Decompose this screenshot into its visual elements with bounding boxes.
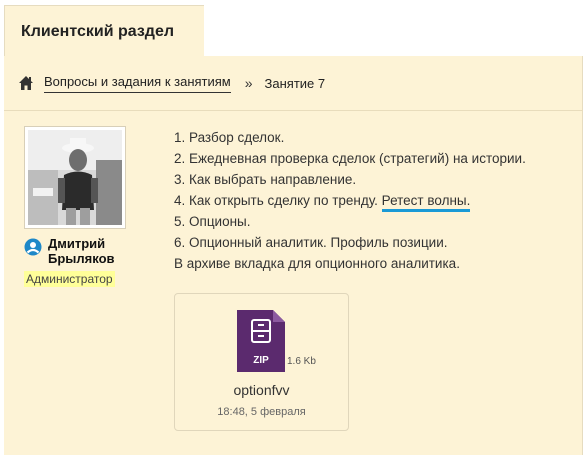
divider xyxy=(4,110,583,111)
content-line-1: 1. Разбор сделок. xyxy=(174,130,285,145)
content-line-7: В архиве вкладка для опционного аналитик… xyxy=(174,256,460,271)
breadcrumb: Вопросы и задания к занятиям » Занятие 7 xyxy=(18,72,325,94)
content-line-2: 2. Ежедневная проверка сделок (стратегий… xyxy=(174,151,526,166)
content-line-3: 3. Как выбрать направление. xyxy=(174,172,357,187)
home-icon[interactable] xyxy=(18,75,34,91)
content-line-4-text: 4. Как открыть сделку по тренду. xyxy=(174,193,378,208)
tab-client-section[interactable]: Клиентский раздел xyxy=(4,5,204,56)
highlighted-link[interactable]: Ретест волны. xyxy=(381,193,471,212)
tab-strip: Клиентский раздел xyxy=(0,0,585,56)
content-line-6: 6. Опционный аналитик. Профиль позиции. xyxy=(174,235,448,250)
content-panel: Вопросы и задания к занятиям » Занятие 7 xyxy=(4,56,583,455)
author-name[interactable]: Дмитрий Брыляков xyxy=(48,236,144,266)
author-block: Дмитрий Брыляков Администратор xyxy=(24,236,144,288)
file-type-label: ZIP xyxy=(253,355,269,366)
zip-file-icon: ZIP xyxy=(237,310,285,372)
content-line-5: 5. Опционы. xyxy=(174,214,251,229)
file-date: 18:48, 5 февраля xyxy=(217,406,306,418)
user-icon xyxy=(24,238,42,256)
content-line-4: 4. Как открыть сделку по тренду. Ретест … xyxy=(174,190,574,212)
role-badge: Администратор xyxy=(24,271,115,287)
file-attachment[interactable]: ZIP 1.6 Kb optionfvv 18:48, 5 февраля xyxy=(174,293,349,431)
file-size: 1.6 Kb xyxy=(287,356,316,367)
breadcrumb-link-questions[interactable]: Вопросы и задания к занятиям xyxy=(44,74,231,93)
file-name: optionfvv xyxy=(233,382,290,398)
breadcrumb-current: Занятие 7 xyxy=(264,75,326,91)
breadcrumb-separator: » xyxy=(244,75,253,91)
tab-label: Клиентский раздел xyxy=(21,23,175,40)
post-content: 1. Разбор сделок. 2. Ежедневная проверка… xyxy=(174,127,574,274)
avatar[interactable] xyxy=(24,126,126,229)
